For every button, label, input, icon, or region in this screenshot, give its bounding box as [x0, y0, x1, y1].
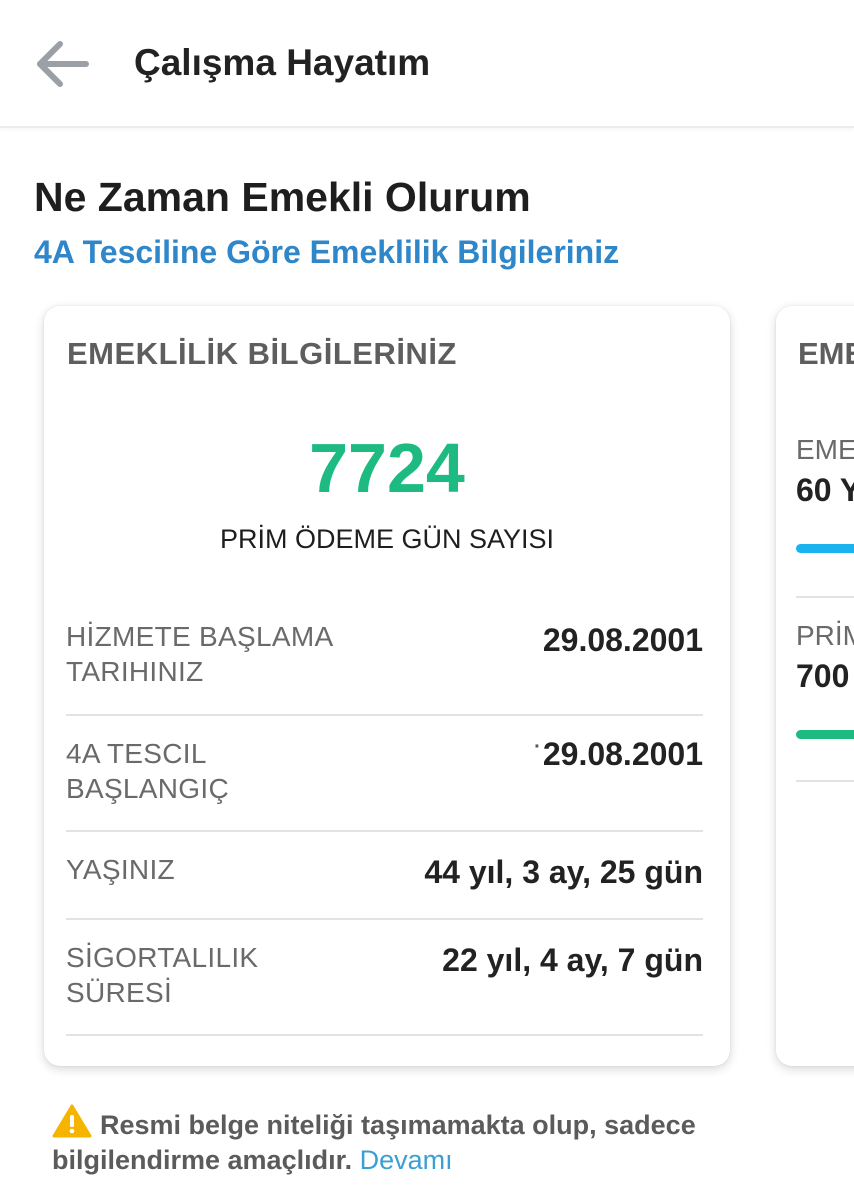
row-label-line2: SÜRESİ: [66, 977, 173, 1008]
row-value-wrap: ·29.08.2001: [534, 736, 703, 773]
row-value: 29.08.2001: [542, 736, 703, 772]
section-subheading: 4A Tesciline Göre Emeklilik Bilgileriniz: [34, 234, 620, 270]
row-label-line1: 4A TESCIL: [66, 738, 207, 769]
info-rows: HİZMETE BAŞLAMA TARIHINIZ 29.08.2001 4A …: [66, 602, 703, 1036]
divider: [796, 780, 854, 782]
row-label: YAŞINIZ: [66, 852, 175, 887]
premium-days-count: 7724: [309, 429, 465, 507]
premium-days-caption: PRİM ÖDEME GÜN SAYISI: [219, 524, 555, 554]
row-label: HİZMETE BAŞLAMA TARIHINIZ: [66, 619, 333, 689]
next-card-item2-label: PRİM: [796, 620, 854, 651]
arrow-left-icon: [37, 41, 89, 87]
next-card-title: EMEKLİLİK: [798, 336, 854, 371]
more-link[interactable]: Devamı: [360, 1145, 453, 1175]
stray-mark: ·: [534, 736, 541, 758]
info-row-service-start: HİZMETE BAŞLAMA TARIHINIZ 29.08.2001: [66, 602, 703, 716]
next-card-item2-value: 700: [796, 658, 850, 694]
row-label-line1: YAŞINIZ: [66, 854, 175, 885]
row-value: 44 yıl, 3 ay, 25 gün: [424, 854, 703, 890]
retirement-info-card: EMEKLİLİK BİLGİLERİNİZ 7724 PRİM ÖDEME G…: [44, 306, 730, 1066]
card-title: EMEKLİLİK BİLGİLERİNİZ: [67, 336, 457, 371]
section-heading: Ne Zaman Emekli Olurum: [34, 174, 531, 220]
next-card-peek[interactable]: EMEKLİLİK EMEKLİLİK 60 Y PRİM 700: [776, 306, 854, 1066]
row-label: 4A TESCIL BAŞLANGIÇ: [66, 736, 229, 806]
info-row-4a-start: 4A TESCIL BAŞLANGIÇ ·29.08.2001: [66, 716, 703, 832]
page-title: Çalışma Hayatım: [134, 42, 431, 83]
next-card-item1-label: EMEKLİLİK: [796, 434, 854, 465]
row-label: SİGORTALILIK SÜRESİ: [66, 940, 258, 1010]
back-button[interactable]: [30, 36, 94, 92]
disclaimer-notice: Resmi belge niteliği taşımamakta olup, s…: [52, 1104, 812, 1178]
info-row-insurance-duration: SİGORTALILIK SÜRESİ 22 yıl, 4 ay, 7 gün: [66, 920, 703, 1036]
next-card-progress-bar-1: [796, 544, 854, 553]
top-app-bar: Çalışma Hayatım: [0, 0, 854, 128]
row-value: 22 yıl, 4 ay, 7 gün: [442, 942, 703, 978]
row-label-line2: BAŞLANGIÇ: [66, 773, 229, 804]
divider: [796, 596, 854, 598]
row-label-line1: SİGORTALILIK: [66, 942, 259, 973]
info-row-age: YAŞINIZ 44 yıl, 3 ay, 25 gün: [66, 832, 703, 920]
row-label-line1: HİZMETE BAŞLAMA: [66, 621, 334, 652]
next-card-progress-bar-2: [796, 730, 854, 739]
warning-icon: [52, 1104, 92, 1138]
next-card-item1-value: 60 Y: [796, 472, 854, 508]
row-label-line2: TARIHINIZ: [66, 656, 204, 687]
row-value: 29.08.2001: [542, 622, 703, 658]
